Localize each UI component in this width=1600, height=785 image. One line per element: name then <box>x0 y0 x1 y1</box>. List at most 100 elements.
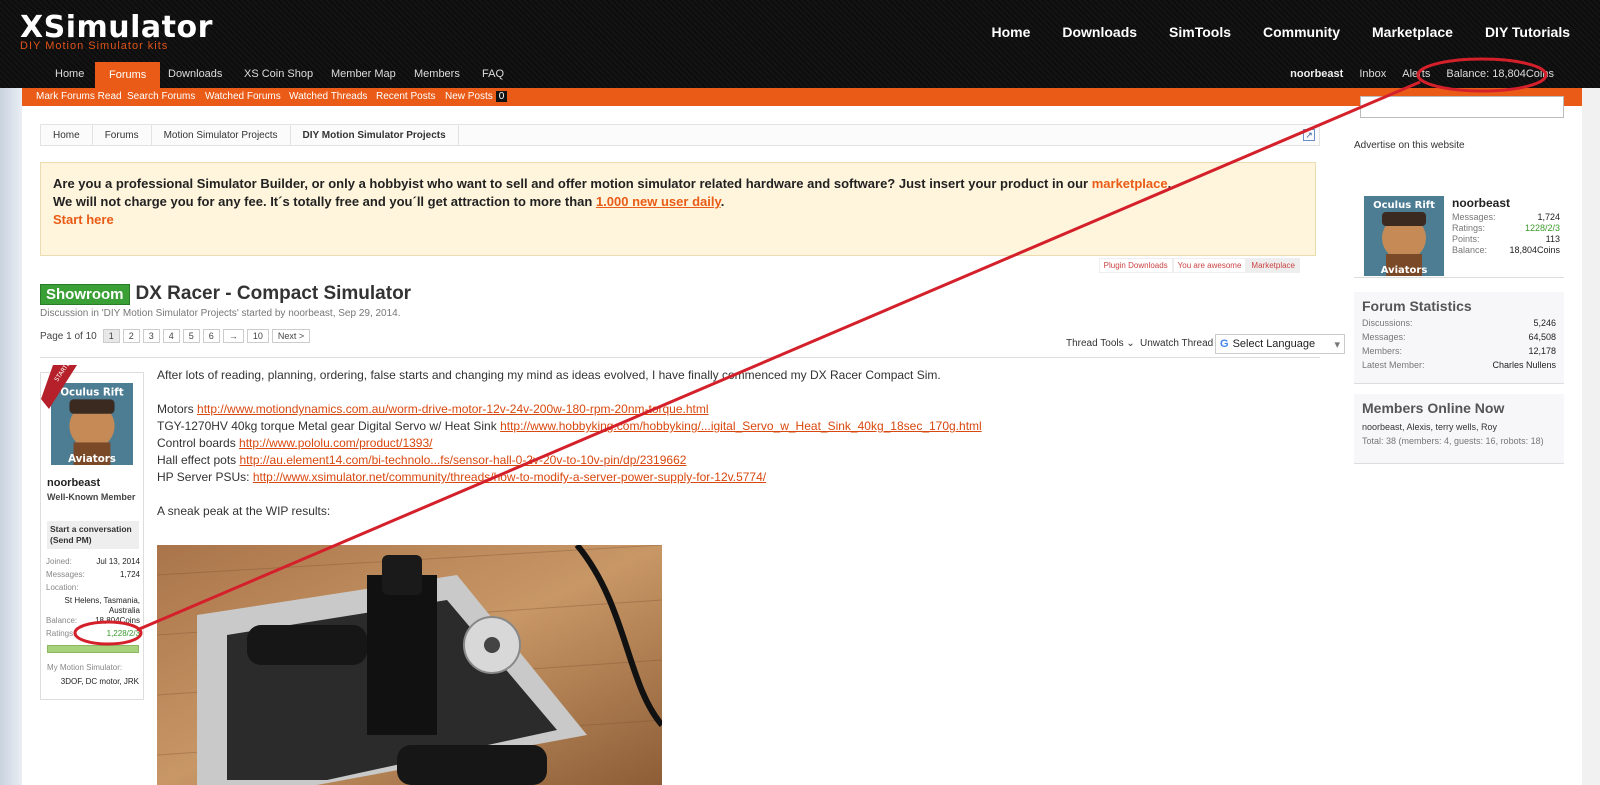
watched-forums-link[interactable]: Watched Forums <box>205 91 281 102</box>
balance-link[interactable]: Balance: 18,804Coins <box>1446 68 1554 80</box>
page-skip[interactable]: → <box>222 329 244 343</box>
control-boards-link[interactable]: http://www.pololu.com/product/1393/ <box>239 436 432 450</box>
page-5[interactable]: 5 <box>182 329 200 343</box>
post-line: HP Server PSUs: http://www.xsimulator.ne… <box>157 469 1307 486</box>
user-menu-name[interactable]: noorbeast <box>1290 68 1343 80</box>
main-nav-downloads[interactable]: Downloads <box>1046 24 1153 40</box>
members-online-total: Total: 38 (members: 4, guests: 16, robot… <box>1362 436 1544 446</box>
post-line: Control boards http://www.pololu.com/pro… <box>157 435 1307 452</box>
author-rank: Well-Known Member <box>47 492 136 502</box>
breadcrumb-motion-simulator-projects[interactable]: Motion Simulator Projects <box>152 125 291 145</box>
recent-posts-link[interactable]: Recent Posts <box>376 91 435 102</box>
sidebar-avatar[interactable]: Oculus Rift Aviators <box>1364 196 1444 276</box>
members-online-names[interactable]: noorbeast, Alexis, terry wells, Roy <box>1354 420 1564 434</box>
pagination: Page 1 of 10 1 2 3 4 5 6 → 10 Next > <box>40 329 311 343</box>
next-page-button[interactable]: Next > <box>271 329 311 343</box>
stat-label: Ratings: <box>46 629 76 638</box>
main-nav-home[interactable]: Home <box>975 24 1046 40</box>
post-line: Hall effect pots http://au.element14.com… <box>157 452 1307 469</box>
page-10[interactable]: 10 <box>246 329 269 343</box>
you-are-awesome-link[interactable]: You are awesome <box>1172 258 1247 273</box>
site-header: XSimulator DIY Motion Simulator kits Hom… <box>0 0 1600 88</box>
hall-effect-pots-link[interactable]: http://au.element14.com/bi-technolo...fs… <box>240 453 687 467</box>
sub-nav-member-map[interactable]: Member Map <box>331 68 396 80</box>
start-here-link[interactable]: Start here <box>53 212 114 227</box>
post-line-label: HP Server PSUs: <box>157 470 253 484</box>
server-psu-link[interactable]: http://www.xsimulator.net/community/thre… <box>253 470 766 484</box>
stat-label: Latest Member: <box>1362 360 1425 370</box>
post-intro: After lots of reading, planning, orderin… <box>157 368 941 382</box>
breadcrumb: Home Forums Motion Simulator Projects DI… <box>40 124 1320 146</box>
start-conversation-button[interactable]: Start a conversation (Send PM) <box>47 521 139 549</box>
watched-threads-link[interactable]: Watched Threads <box>289 91 367 102</box>
chevron-down-icon: ⌄ <box>1126 338 1135 349</box>
author-location[interactable]: St Helens, Tasmania, Australia <box>46 596 140 616</box>
stat-row: Messages: 64,508 <box>1354 332 1564 346</box>
stat-label: Location: <box>46 583 79 592</box>
breadcrumb-diy-motion-simulator-projects[interactable]: DIY Motion Simulator Projects <box>291 125 459 145</box>
mark-forums-read-link[interactable]: Mark Forums Read <box>36 91 122 102</box>
main-nav-diy-tutorials[interactable]: DIY Tutorials <box>1469 24 1586 40</box>
post-body: After lots of reading, planning, orderin… <box>157 367 1307 520</box>
thread-forum-link[interactable]: DIY Motion Simulator Projects <box>104 308 237 319</box>
marketplace-ad-link[interactable]: Marketplace <box>1246 258 1300 273</box>
forum-links-bar: Mark Forums Read Search Forums Watched F… <box>22 88 1582 106</box>
sidebar-search-input[interactable] <box>1360 96 1564 118</box>
stat-label: Joined: <box>46 557 72 566</box>
stat-row: Latest Member: Charles Nullens <box>1354 360 1564 374</box>
language-select-label: Select Language <box>1232 338 1316 350</box>
jump-to-icon[interactable]: ↗ <box>1303 129 1315 141</box>
thread-author-link[interactable]: noorbeast <box>288 308 332 319</box>
main-nav-marketplace[interactable]: Marketplace <box>1356 24 1469 40</box>
sub-nav-downloads[interactable]: Downloads <box>168 68 222 80</box>
stat-label: Messages: <box>46 570 85 579</box>
author-stat-row: Messages: 1,724 <box>46 570 140 583</box>
thread-tools-menu[interactable]: Thread Tools ⌄ <box>1066 338 1135 349</box>
notice-line-1: Are you a professional Simulator Builder… <box>53 175 1303 193</box>
new-posts-label: New Posts <box>445 91 493 102</box>
stat-value: 18,804Coins <box>1509 245 1560 255</box>
servo-link[interactable]: http://www.hobbyking.com/hobbyking/...ig… <box>500 419 982 433</box>
search-forums-link[interactable]: Search Forums <box>127 91 195 102</box>
advertise-link[interactable]: Advertise on this website <box>1354 140 1465 151</box>
motors-link[interactable]: http://www.motiondynamics.com.au/worm-dr… <box>197 402 709 416</box>
main-nav-community[interactable]: Community <box>1247 24 1356 40</box>
latest-member-link[interactable]: Charles Nullens <box>1492 360 1556 374</box>
sub-nav-xs-coin-shop[interactable]: XS Coin Shop <box>244 68 313 80</box>
main-nav-simtools[interactable]: SimTools <box>1153 24 1247 40</box>
sub-nav-home[interactable]: Home <box>55 68 84 80</box>
page-1[interactable]: 1 <box>102 329 120 343</box>
wip-photo[interactable] <box>157 545 662 785</box>
language-select[interactable]: G Select Language ▾ <box>1215 334 1345 354</box>
sub-nav-members[interactable]: Members <box>414 68 460 80</box>
plugin-downloads-link[interactable]: Plugin Downloads <box>1098 258 1173 273</box>
unwatch-thread-link[interactable]: Unwatch Thread <box>1140 338 1213 349</box>
marketplace-link[interactable]: marketplace <box>1092 176 1168 191</box>
sub-nav-forums[interactable]: Forums <box>95 62 161 88</box>
sidebar-username[interactable]: noorbeast <box>1452 196 1510 210</box>
author-stat-row: Balance: 18,804Coins <box>46 616 140 629</box>
page-4[interactable]: 4 <box>162 329 180 343</box>
author-username[interactable]: noorbeast <box>47 477 100 489</box>
author-stat-row: Ratings: 1,228/2/3 <box>46 629 140 642</box>
breadcrumb-forums[interactable]: Forums <box>93 125 152 145</box>
breadcrumb-home[interactable]: Home <box>41 125 93 145</box>
page-3[interactable]: 3 <box>142 329 160 343</box>
stat-value: 1,724 <box>1537 212 1560 222</box>
marketplace-notice: Are you a professional Simulator Builder… <box>40 162 1316 256</box>
inbox-link[interactable]: Inbox <box>1359 68 1386 80</box>
new-posts-link[interactable]: New Posts 0 <box>445 91 508 102</box>
thread-prefix-badge[interactable]: Showroom <box>40 283 130 305</box>
post-line: Motors http://www.motiondynamics.com.au/… <box>157 401 1307 418</box>
sidebar-user-row: Ratings: 1228/2/3 <box>1452 223 1560 234</box>
sub-nav-faq[interactable]: FAQ <box>482 68 504 80</box>
author-stat-row: Joined: Jul 13, 2014 <box>46 557 140 570</box>
page-2[interactable]: 2 <box>122 329 140 343</box>
page-6[interactable]: 6 <box>202 329 220 343</box>
alerts-link[interactable]: Alerts <box>1402 68 1430 80</box>
stat-label: Discussions: <box>1362 318 1413 328</box>
left-gutter <box>0 0 22 785</box>
new-users-link[interactable]: 1.000 new user daily <box>596 194 721 209</box>
sidebar-user-panel: Oculus Rift Aviators noorbeast Messages:… <box>1354 188 1564 278</box>
